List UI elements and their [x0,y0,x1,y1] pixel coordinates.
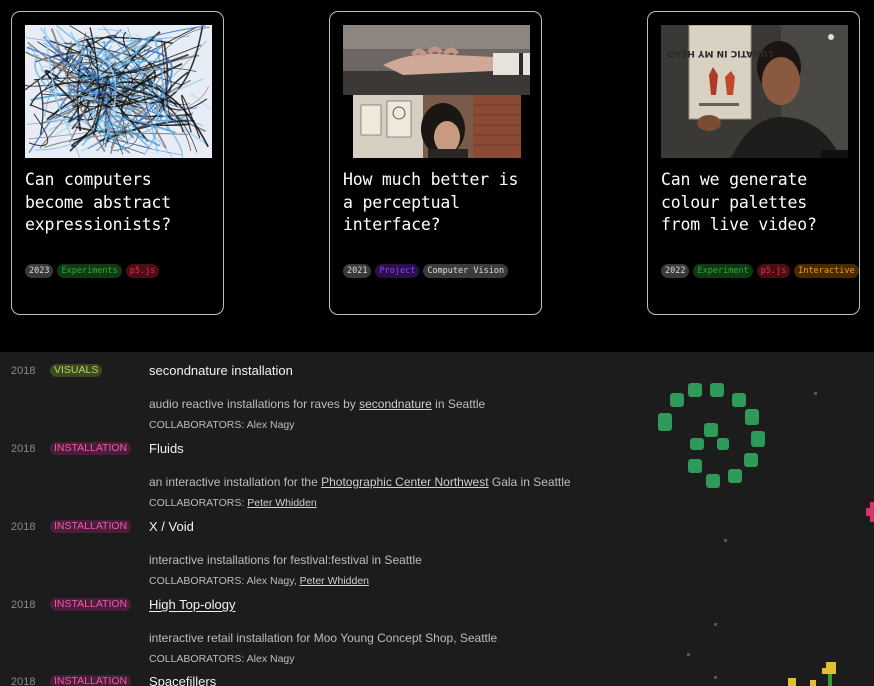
project-year: 2018 [11,521,36,533]
tag-year: 2022 [661,264,690,278]
collaborators: COLLABORATORS: Alex Nagy, Peter Whidden [149,575,369,587]
category-badge: VISUALS [50,364,103,377]
project-card-perceptual-interface[interactable]: How much better is a perceptual interfac… [329,11,542,315]
project-year: 2018 [11,365,36,377]
tag-p5js: p5.js [125,264,160,278]
book-cover-text: LUNATIC IN MY HEAD [667,48,773,58]
card-tags: 2023 Experiments p5.js [25,264,160,278]
colour-palettes-thumbnail: LUNATIC IN MY HEAD [661,25,848,158]
tag-computer-vision: Computer Vision [423,264,509,278]
high-top-ology-link[interactable]: High Top-ology [149,597,235,612]
peter-whidden-link[interactable]: Peter Whidden [247,497,316,509]
project-card-colour-palettes[interactable]: LUNATIC IN MY HEAD Can we generate colou… [647,11,860,315]
project-description: an interactive installation for the Phot… [149,475,571,489]
project-title: X / Void [149,519,194,534]
secondnature-link[interactable]: secondnature [359,397,432,411]
project-title: Fluids [149,441,184,456]
collaborator-name: Alex Nagy [244,419,295,431]
green-pixel-ring-art [658,383,765,488]
scribble-art-image [25,25,212,158]
tag-project: Project [375,264,420,278]
peter-whidden-link[interactable]: Peter Whidden [300,575,369,587]
tag-experiments: Experiments [57,264,122,278]
collaborators-label: COLLABORATORS: [149,419,245,431]
collaborators-label: COLLABORATORS: [149,575,245,587]
project-title: Spacefillers [149,674,217,686]
collage-photo-image [343,25,530,158]
collaborators: COLLABORATORS: Alex Nagy [149,653,295,665]
tag-year: 2021 [343,264,372,278]
desc-text: an interactive installation for the [149,475,322,489]
project-year: 2018 [11,443,36,455]
card-title: Can we generate colour palettes from liv… [661,170,817,234]
abstract-lines-thumbnail [25,25,212,158]
project-title: secondnature installation [149,363,293,378]
project-year: 2018 [11,676,36,686]
category-badge: INSTALLATION [50,442,132,455]
project-list: 2018 VISUALS secondnature installation a… [0,352,874,686]
collaborators: COLLABORATORS: Alex Nagy [149,419,295,431]
collaborators-label: COLLABORATORS: [149,653,245,665]
tag-interactive: Interactive [794,264,859,278]
card-title: How much better is a perceptual interfac… [343,170,519,234]
perceptual-interface-thumbnail [343,25,530,158]
card-tags: 2022 Experiment p5.js Interactive [661,264,859,278]
project-description: audio reactive installations for raves b… [149,397,485,411]
desc-text: Gala in Seattle [488,475,571,489]
featured-projects: Can computers become abstract expression… [0,0,874,352]
tag-year: 2023 [25,264,54,278]
tag-p5js: p5.js [756,264,791,278]
video-frame-image: LUNATIC IN MY HEAD [661,25,848,158]
card-tags: 2021 Project Computer Vision [343,264,509,278]
collaborators-label: COLLABORATORS: [149,497,245,509]
project-description: interactive installations for festival:f… [149,553,422,567]
desc-text: in Seattle [431,397,486,411]
photographic-center-link[interactable]: Photographic Center Northwest [321,475,488,489]
project-description: interactive retail installation for Moo … [149,631,498,645]
project-year: 2018 [11,599,36,611]
desc-text: audio reactive installations for raves b… [149,397,360,411]
collaborator-name: Alex Nagy [244,653,295,665]
category-badge: INSTALLATION [50,598,132,611]
project-card-abstract-expressionists[interactable]: Can computers become abstract expression… [11,11,224,315]
category-badge: INSTALLATION [50,675,132,686]
collaborators: COLLABORATORS: Peter Whidden [149,497,317,509]
collaborator-name: Alex Nagy, [244,575,300,587]
tag-experiment: Experiment [693,264,753,278]
card-title: Can computers become abstract expression… [25,170,172,234]
category-badge: INSTALLATION [50,520,132,533]
